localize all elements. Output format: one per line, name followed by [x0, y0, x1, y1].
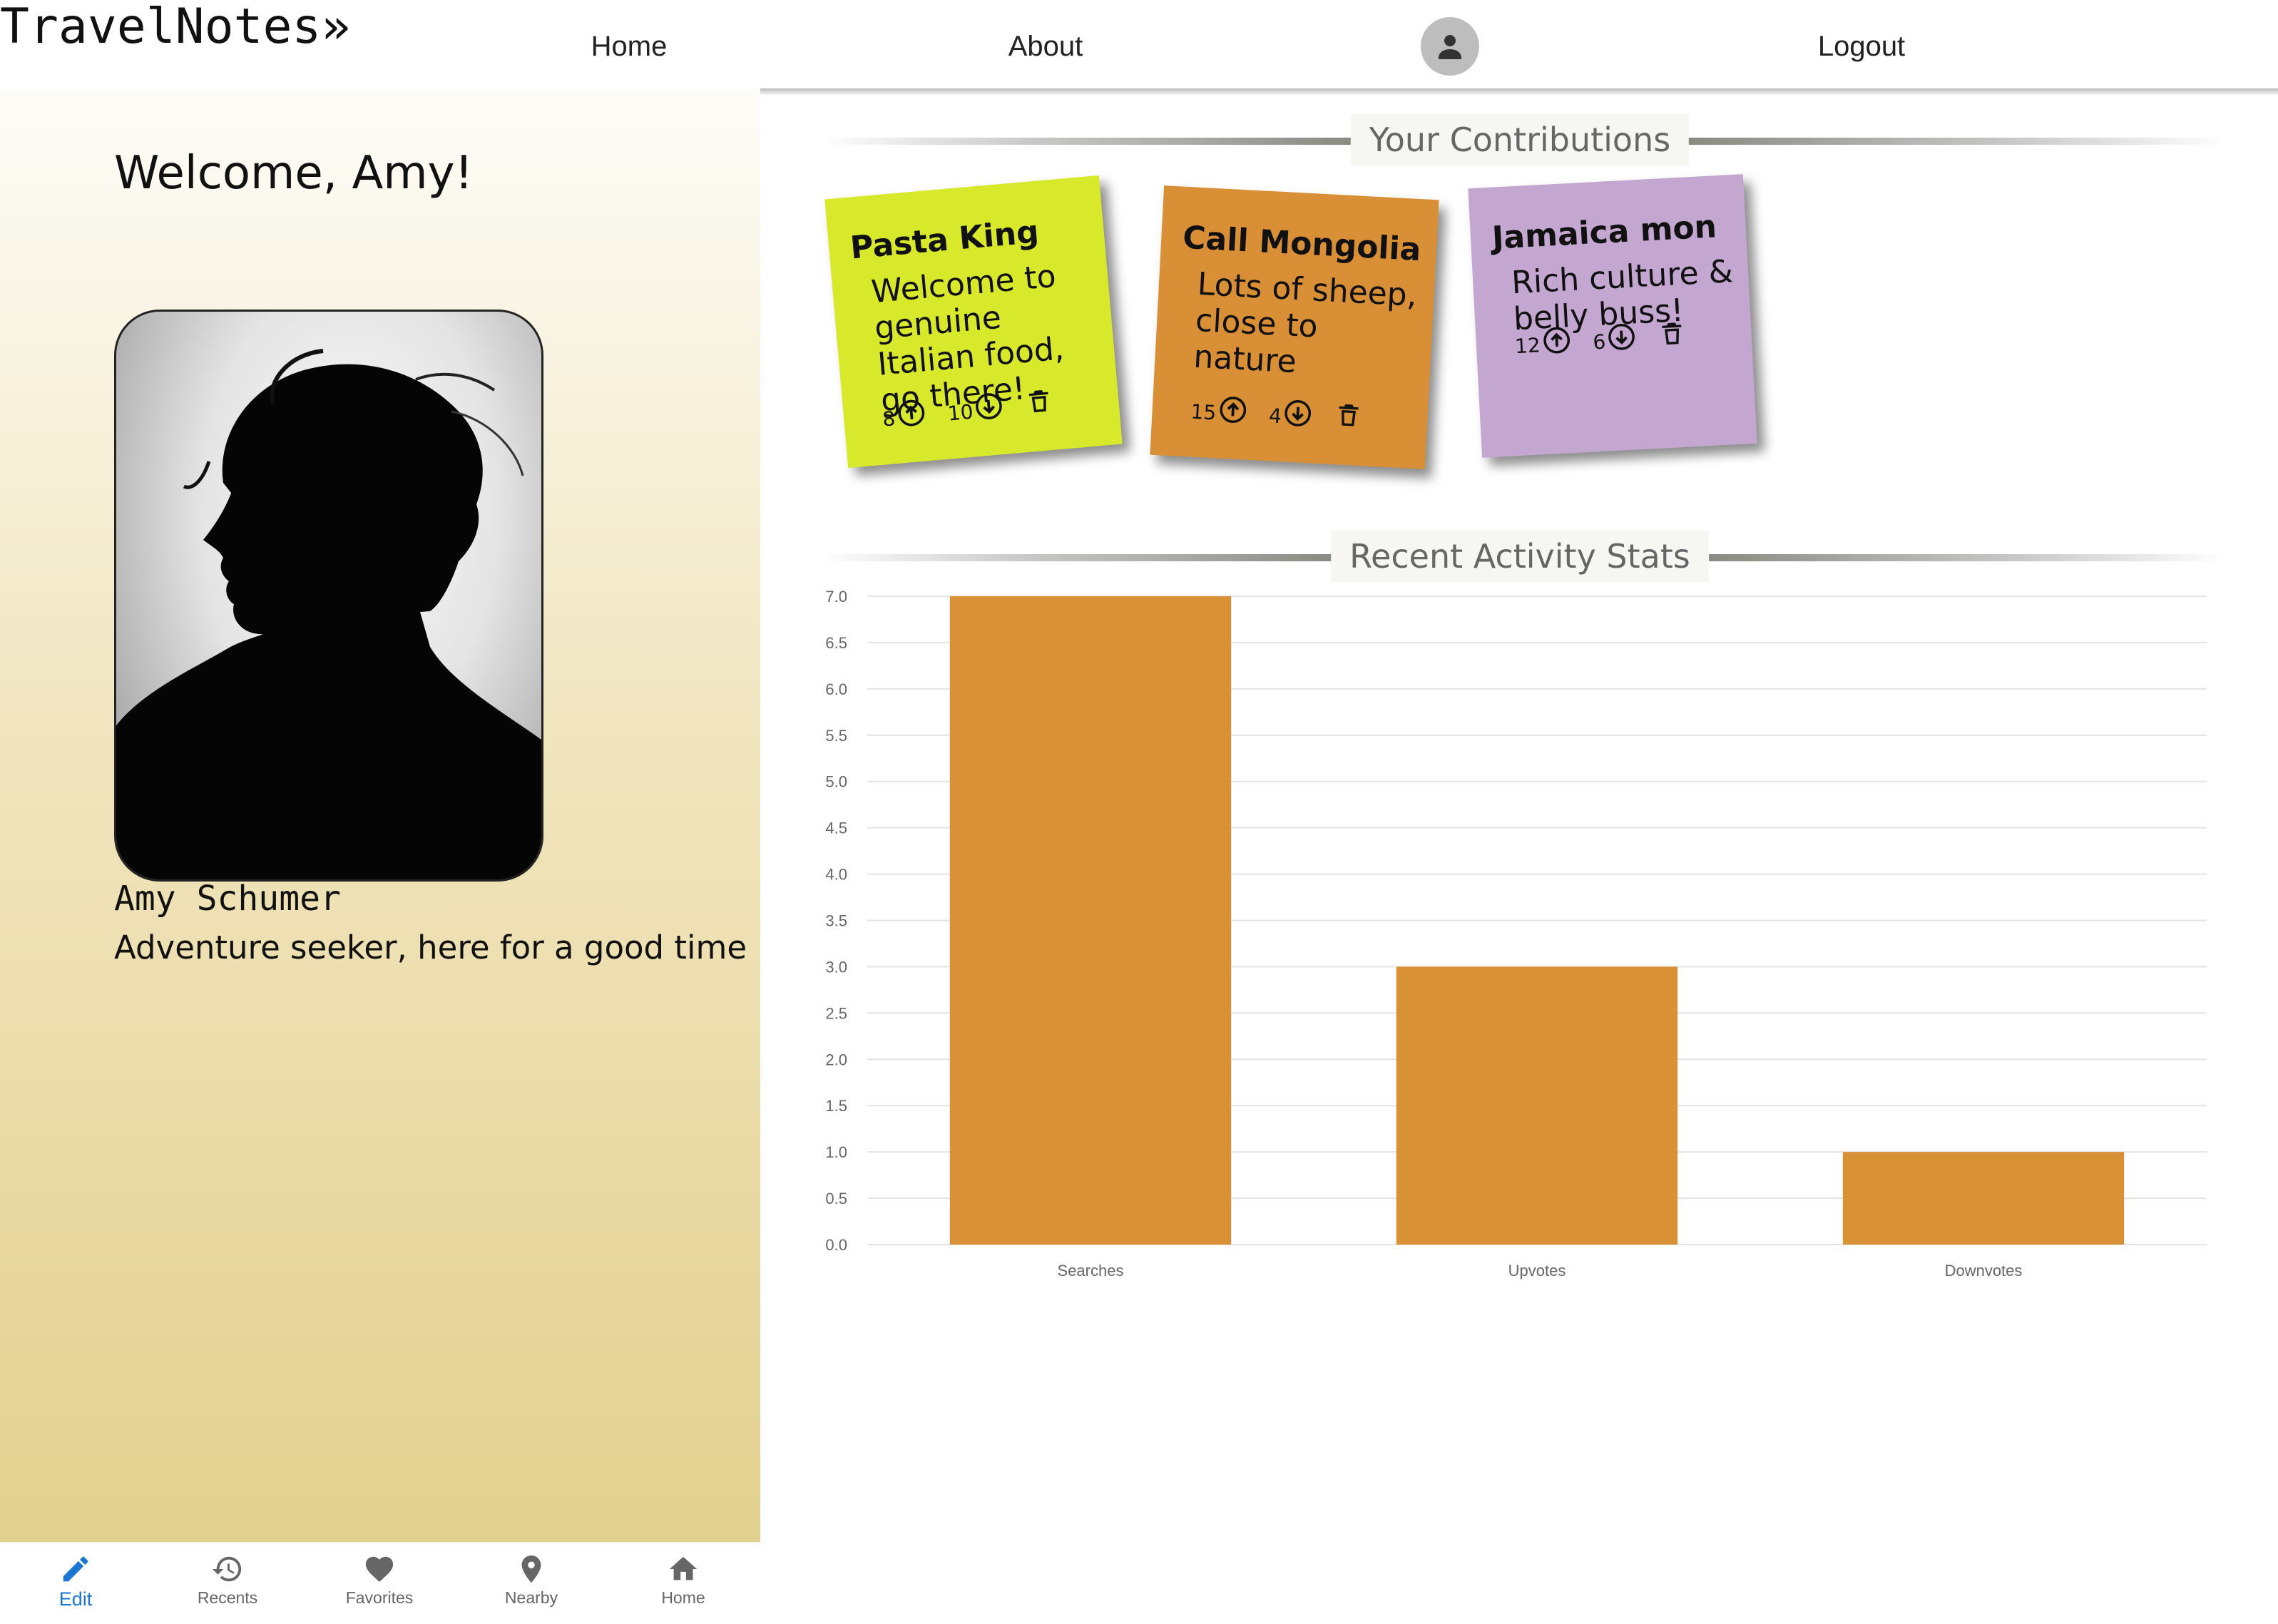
chart-bar [1396, 966, 1678, 1245]
activity-bar-chart: 0.0 0.5 1.0 1.5 2.0 2.5 3.0 3.5 4.0 4.5 5.0 5.5 6.0 6… [825, 588, 2207, 1280]
profile-photo [114, 310, 543, 882]
upvote-count: 15 [1190, 399, 1217, 425]
top-navbar: TravelNotes» Home About Logout [0, 0, 2278, 90]
nav-link-logout[interactable]: Logout [1818, 21, 1905, 71]
profile-silhouette-photo [116, 349, 541, 879]
upvote-button[interactable]: 12 [1514, 325, 1573, 359]
note-actions: 15 4 [1190, 387, 1364, 432]
brand-logo[interactable]: TravelNotes» [0, 0, 350, 54]
navbar-shadow [760, 88, 2278, 96]
bottom-nav-edit[interactable]: Edit [19, 1553, 133, 1610]
downvote-count: 10 [946, 399, 974, 426]
nav-link-about[interactable]: About [1008, 21, 1083, 71]
x-tick-label: Downvotes [1945, 1262, 2023, 1280]
location-pin-icon [521, 1555, 541, 1583]
upvote-button[interactable]: 8 [881, 397, 927, 431]
y-tick-label: 7.0 [825, 588, 847, 606]
section-divider-right [1687, 138, 2227, 145]
arrow-up-circle-icon [1543, 327, 1570, 354]
bottom-nav-label: Recents [197, 1588, 258, 1607]
y-tick-label: 3.0 [825, 958, 847, 976]
note-card[interactable]: Jamaica mon Rich culture & belly buss! 1… [1468, 174, 1757, 458]
y-tick-label: 0.0 [825, 1236, 847, 1254]
bottom-nav-label: Nearby [504, 1588, 558, 1607]
y-tick-label: 2.0 [825, 1051, 847, 1068]
heart-icon [365, 1556, 394, 1582]
section-divider-left [820, 138, 1352, 145]
arrow-up-circle-icon [1220, 397, 1246, 424]
y-tick-label: 1.0 [825, 1143, 847, 1161]
upvote-count: 8 [882, 407, 897, 431]
account-circle-icon [1439, 35, 1461, 59]
downvote-button[interactable]: 4 [1268, 397, 1314, 429]
pencil-icon [63, 1556, 88, 1582]
chart-bar [949, 596, 1232, 1245]
nav-link-home[interactable]: Home [591, 21, 668, 71]
delete-note-button[interactable] [1024, 384, 1056, 418]
bottom-nav-favorites[interactable]: Favorites [322, 1553, 436, 1608]
trash-icon [1662, 322, 1682, 345]
note-card[interactable]: Call Mongolia Lots of sheep, close to na… [1150, 185, 1439, 469]
arrow-down-circle-icon [976, 393, 1003, 419]
note-title: Call Mongolia [1182, 219, 1422, 269]
downvote-button[interactable]: 6 [1592, 321, 1638, 354]
section-divider-right [1705, 554, 2227, 561]
y-tick-label: 5.5 [825, 727, 847, 745]
x-tick-label: Upvotes [1508, 1262, 1566, 1280]
bottom-nav-nearby[interactable]: Nearby [474, 1553, 588, 1608]
x-tick-label: Searches [1058, 1262, 1124, 1280]
home-icon [669, 1556, 698, 1580]
y-tick-label: 6.5 [825, 634, 847, 652]
profile-name: Amy Schumer [114, 879, 341, 919]
y-tick-label: 4.0 [825, 866, 847, 884]
upvote-button[interactable]: 15 [1190, 393, 1249, 426]
y-tick-label: 2.5 [825, 1004, 847, 1022]
trash-icon [1339, 404, 1359, 427]
trash-icon [1029, 389, 1049, 413]
y-tick-label: 0.5 [825, 1190, 847, 1207]
upvote-count: 12 [1514, 333, 1541, 359]
note-title: Jamaica mon [1491, 208, 1718, 257]
y-tick-label: 1.5 [825, 1097, 847, 1115]
profile-bio: Adventure seeker, here for a good time [114, 929, 747, 966]
contributions-heading: Your Contributions [1350, 114, 1690, 165]
y-tick-label: 4.5 [825, 819, 847, 837]
downvote-count: 4 [1268, 404, 1282, 429]
note-card[interactable]: Pasta King Welcome to genuine Italian fo… [824, 175, 1123, 469]
bottom-navigation: Edit Recents Favorites Nearby Home [0, 1542, 760, 1624]
arrow-down-circle-icon [1608, 323, 1635, 350]
y-tick-label: 5.0 [825, 773, 847, 791]
account-avatar-button[interactable] [1421, 17, 1479, 76]
note-title: Pasta King [849, 213, 1041, 267]
delete-note-button[interactable] [1658, 317, 1687, 350]
bottom-nav-label: Edit [58, 1588, 93, 1610]
y-tick-label: 6.0 [825, 680, 847, 698]
profile-panel: Welcome, Amy! Amy Schumer Adventure seek… [0, 90, 760, 1542]
note-body: Lots of sheep, close to nature [1192, 265, 1418, 381]
y-tick-label: 3.5 [825, 912, 847, 930]
bottom-nav-label: Favorites [345, 1588, 414, 1607]
downvote-button[interactable]: 10 [946, 390, 1006, 426]
history-icon [212, 1556, 242, 1582]
delete-note-button[interactable] [1334, 399, 1364, 431]
welcome-heading: Welcome, Amy! [114, 147, 474, 200]
bottom-nav-recents[interactable]: Recents [170, 1553, 285, 1608]
arrow-down-circle-icon [1284, 400, 1312, 427]
chart-bar [1842, 1152, 2125, 1245]
section-divider-left [820, 554, 1335, 561]
bottom-nav-label: Home [661, 1588, 705, 1607]
downvote-count: 6 [1592, 330, 1607, 354]
bottom-nav-home[interactable]: Home [626, 1553, 740, 1608]
arrow-up-circle-icon [898, 399, 925, 427]
